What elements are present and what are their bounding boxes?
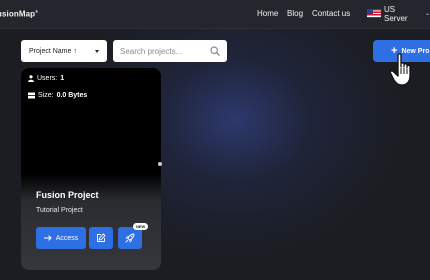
- launch-button[interactable]: [118, 227, 142, 249]
- access-label: Access: [55, 234, 79, 242]
- size-label: Size:: [38, 92, 54, 99]
- new-badge: NEW: [133, 223, 149, 230]
- arrow-right-icon: [43, 235, 52, 241]
- nav-contact-link[interactable]: Contact us: [312, 9, 350, 18]
- server-selector[interactable]: US Server ⌄: [362, 4, 430, 23]
- us-flag-icon: [367, 9, 381, 18]
- users-value: 1: [60, 75, 65, 82]
- nav-home-link[interactable]: Home: [257, 9, 278, 18]
- project-preview[interactable]: [21, 68, 161, 174]
- search-input[interactable]: [113, 40, 209, 62]
- server-label: US Server: [384, 4, 408, 23]
- nav-blog-link[interactable]: Blog: [287, 9, 303, 18]
- size-stat: Size: 0.0 Bytes: [28, 92, 87, 99]
- search-box: [113, 40, 227, 62]
- user-icon: [28, 75, 34, 82]
- users-stat: Users: 1: [28, 75, 64, 82]
- rocket-icon: [125, 233, 135, 243]
- resize-handle[interactable]: [158, 162, 162, 166]
- project-title: Fusion Project: [36, 190, 99, 200]
- top-navbar: usionMap® Home Blog Contact us US Server…: [0, 0, 430, 29]
- size-value: 0.0 Bytes: [56, 92, 88, 99]
- app-logo[interactable]: usionMap®: [0, 9, 38, 19]
- edit-icon: [97, 233, 106, 242]
- database-icon: [28, 92, 35, 99]
- access-button[interactable]: Access: [36, 227, 86, 249]
- edit-button[interactable]: [89, 227, 113, 249]
- search-icon[interactable]: [210, 46, 220, 56]
- chevron-down-icon: ⌄: [424, 11, 430, 17]
- caret-down-icon: [95, 50, 99, 53]
- project-subtitle: Tutorial Project: [36, 207, 83, 214]
- sort-select[interactable]: Project Name ↑: [21, 40, 107, 62]
- users-label: Users:: [37, 75, 58, 82]
- project-card: Users: 1 Size: 0.0 Bytes Fusion Project …: [21, 68, 161, 270]
- hand-pointer-cursor-icon: [389, 53, 411, 86]
- project-card-footer: [21, 174, 161, 270]
- sort-selected-value: Project Name ↑: [29, 47, 77, 55]
